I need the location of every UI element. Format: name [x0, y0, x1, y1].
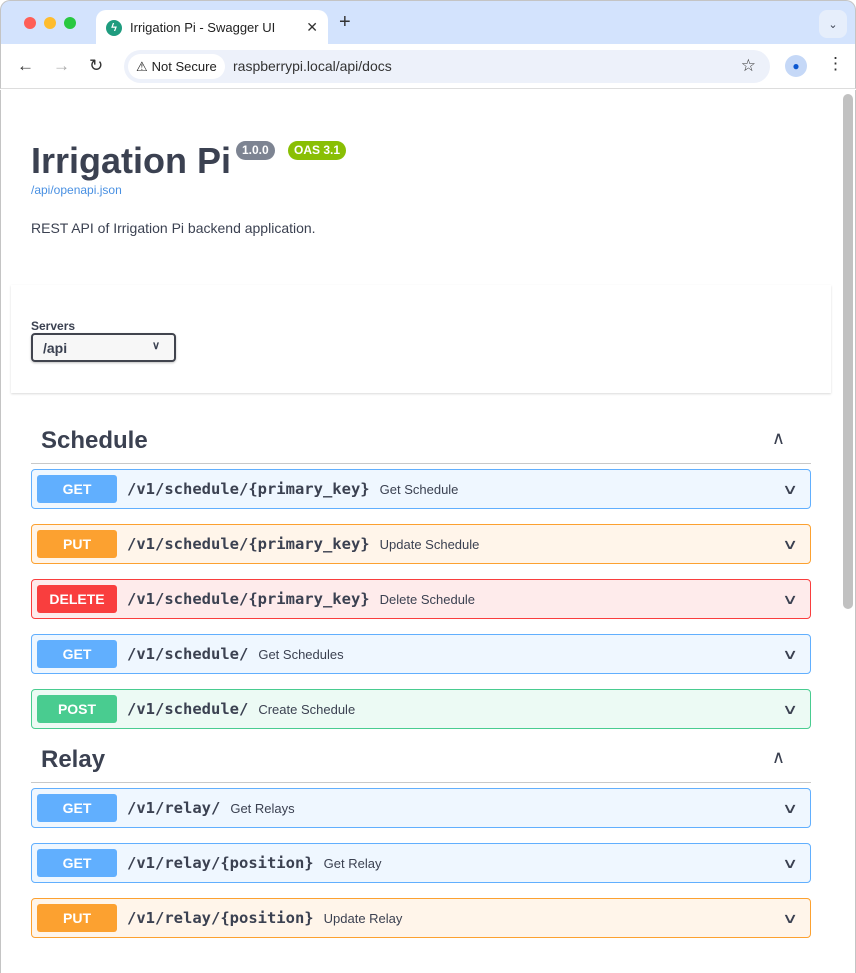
close-window-button[interactable]	[24, 17, 36, 29]
servers-select[interactable]: /api ∨	[31, 333, 176, 362]
operation-put[interactable]: PUT/v1/schedule/{primary_key} Update Sche…	[31, 524, 811, 564]
back-arrow-icon[interactable]: ←	[17, 56, 34, 76]
forward-arrow-icon[interactable]: →	[53, 56, 70, 76]
chevron-down-icon[interactable]: ∨	[782, 481, 798, 498]
close-tab-icon[interactable]: ✕	[306, 19, 318, 36]
operation-summary: Get Relays	[230, 800, 295, 816]
method-badge: DELETE	[37, 585, 117, 613]
profile-avatar-icon[interactable]: ●	[785, 55, 807, 77]
operation-get[interactable]: GET/v1/relay/Get Relays ∨	[31, 788, 811, 828]
chevron-down-icon[interactable]: ∨	[782, 800, 798, 817]
operation-path: /v1/schedule/	[127, 645, 249, 663]
operation-path: /v1/schedule/{primary_key}	[127, 535, 370, 553]
chevron-down-icon[interactable]: ∨	[782, 591, 798, 608]
method-badge: PUT	[37, 530, 117, 558]
tag-title: Schedule	[41, 427, 148, 454]
api-description: REST API of Irrigation Pi backend applic…	[31, 220, 316, 236]
operation-summary: Get Relay	[323, 855, 382, 871]
chevron-down-icon: ∨	[151, 340, 160, 352]
operation-path: /v1/schedule/{primary_key}	[127, 590, 370, 608]
reload-icon[interactable]: ↻	[89, 56, 103, 76]
operation-summary: Delete Schedule	[379, 591, 476, 607]
method-badge: GET	[37, 475, 117, 503]
tab-search-chevron-icon[interactable]: ⌄	[819, 10, 847, 38]
operation-summary: Update Relay	[323, 910, 403, 926]
chevron-up-icon[interactable]: ∧	[772, 428, 785, 449]
openapi-spec-link[interactable]: /api/openapi.json	[31, 183, 122, 197]
tag-section-relay[interactable]: Relay ∧	[31, 739, 811, 783]
method-badge: GET	[37, 849, 117, 877]
address-bar[interactable]: ⚠ Not Secure raspberrypi.local/api/docs ☆	[124, 50, 770, 83]
chevron-down-icon[interactable]: ∨	[782, 646, 798, 663]
tag-section-schedule[interactable]: Schedule ∧	[31, 420, 811, 464]
browser-tab[interactable]: ϟ Irrigation Pi - Swagger UI ✕	[96, 10, 328, 45]
minimize-window-button[interactable]	[44, 17, 56, 29]
operation-summary: Get Schedule	[379, 481, 459, 497]
chevron-down-icon[interactable]: ∨	[782, 910, 798, 927]
operation-path: /v1/relay/{position}	[127, 909, 314, 927]
maximize-window-button[interactable]	[64, 17, 76, 29]
method-badge: PUT	[37, 904, 117, 932]
method-badge: GET	[37, 640, 117, 668]
security-label: Not Secure	[151, 59, 217, 74]
operation-get[interactable]: GET/v1/schedule/Get Schedules ∨	[31, 634, 811, 674]
tag-title: Relay	[41, 746, 106, 773]
operation-put[interactable]: PUT/v1/relay/{position} Update Relay ∨	[31, 898, 811, 938]
operation-summary: Update Schedule	[379, 536, 480, 552]
url-text[interactable]: raspberrypi.local/api/docs	[233, 58, 392, 74]
servers-label: Servers	[31, 319, 76, 333]
operation-get[interactable]: GET/v1/schedule/{primary_key} Get Schedul…	[31, 469, 811, 509]
operation-path: /v1/schedule/{primary_key}	[127, 480, 370, 498]
method-badge: GET	[37, 794, 117, 822]
operation-summary: Get Schedules	[258, 646, 344, 662]
operation-post[interactable]: POST/v1/schedule/Create Schedule ∨	[31, 689, 811, 729]
operation-delete[interactable]: DELETE/v1/schedule/{primary_key} Delete S…	[31, 579, 811, 619]
method-badge: POST	[37, 695, 117, 723]
servers-section: Servers /api ∨	[11, 285, 831, 393]
chevron-down-icon[interactable]: ∨	[782, 701, 798, 718]
operation-path: /v1/relay/	[127, 799, 221, 817]
chevron-down-icon[interactable]: ∨	[782, 536, 798, 553]
servers-selected-value: /api	[43, 340, 68, 356]
chevron-down-icon[interactable]: ∨	[782, 855, 798, 872]
api-title: Irrigation Pi	[31, 140, 232, 181]
operation-path: /v1/relay/{position}	[127, 854, 314, 872]
security-chip[interactable]: ⚠ Not Secure	[128, 54, 225, 79]
warning-icon: ⚠	[136, 58, 148, 74]
operation-summary: Create Schedule	[258, 701, 356, 717]
chevron-up-icon[interactable]: ∧	[772, 747, 785, 768]
bookmark-star-icon[interactable]: ☆	[741, 56, 756, 76]
operation-path: /v1/schedule/	[127, 700, 249, 718]
browser-toolbar: ← → ↻ ⚠ Not Secure raspberrypi.local/api/…	[0, 44, 856, 89]
page-content: Irrigation Pi 1.0.0 OAS 3.1 /api/openapi…	[0, 90, 856, 973]
tab-bar: ϟ Irrigation Pi - Swagger UI ✕ + ⌄	[0, 0, 856, 45]
more-menu-icon[interactable]: ⋮	[827, 54, 844, 74]
operation-get[interactable]: GET/v1/relay/{position} Get Relay ∨	[31, 843, 811, 883]
scrollbar[interactable]	[843, 94, 853, 609]
version-badge: 1.0.0	[236, 141, 275, 160]
fastapi-favicon-icon: ϟ	[106, 19, 122, 36]
new-tab-icon[interactable]: +	[339, 11, 351, 34]
tab-title: Irrigation Pi - Swagger UI	[130, 20, 276, 35]
oas-badge: OAS 3.1	[288, 141, 347, 160]
